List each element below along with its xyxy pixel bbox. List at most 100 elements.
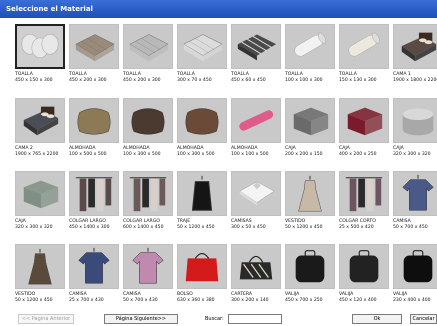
material-dimensions: 450 x 150 x 300 xyxy=(15,78,53,83)
material-name: COLGAR CORTO xyxy=(339,219,376,224)
towel-roll-icon xyxy=(339,24,389,69)
material-item[interactable]: VALIJA 450 x 700 x 250 xyxy=(284,242,336,314)
material-item[interactable]: ALMOHADA 100 x 100 x 500 xyxy=(230,96,282,168)
material-name: CARTERA xyxy=(231,292,253,297)
material-item[interactable]: COLGAR CORTO 25 x 500 x 420 xyxy=(338,169,390,241)
material-item[interactable]: CAMA 1 1900 x 1800 x 2200 xyxy=(392,22,437,94)
material-item[interactable]: TOALLA 150 x 130 x 300 xyxy=(338,22,390,94)
purse-icon xyxy=(231,244,281,289)
material-item[interactable]: CAMA 2 1900 x 765 x 2200 xyxy=(14,96,66,168)
material-name: COLGAR LARGO xyxy=(69,219,106,224)
material-item[interactable]: CAMISAS 300 x 50 x 450 xyxy=(230,169,282,241)
material-item[interactable]: ALMOHADA 100 x 300 x 500 xyxy=(176,96,228,168)
material-dimensions: 450 x 120 x 400 xyxy=(339,298,377,303)
material-item[interactable]: TOALLA 450 x 200 x 300 xyxy=(122,22,174,94)
material-item[interactable]: VESTIDO 50 x 1200 x 450 xyxy=(14,242,66,314)
box-icon xyxy=(15,171,65,216)
material-item[interactable]: VALIJA 230 x 400 x 400 xyxy=(392,242,437,314)
suitcase-icon xyxy=(393,244,437,289)
material-dimensions: 450 x 700 x 250 xyxy=(285,298,323,303)
material-item[interactable]: CARTERA 300 x 200 x 140 xyxy=(230,242,282,314)
window-title: Seleccione el Material xyxy=(6,5,93,13)
material-name: VESTIDO xyxy=(285,219,306,224)
material-name: CAJA xyxy=(15,219,26,224)
previous-page-button[interactable]: << Pagina Anterior xyxy=(18,314,74,324)
material-item[interactable]: COLGAR LARGO 450 x 1400 x 300 xyxy=(68,169,120,241)
material-dimensions: 100 x 300 x 500 xyxy=(177,152,215,157)
next-page-button[interactable]: Página Siguiente>> xyxy=(104,314,178,324)
material-name: BOLSO xyxy=(177,292,193,297)
bed-icon xyxy=(15,98,65,143)
material-dimensions: 50 x 1200 x 450 xyxy=(15,298,53,303)
material-item[interactable]: TOALLA 300 x 70 x 450 xyxy=(176,22,228,94)
material-name: VALIJA xyxy=(285,292,300,297)
box-icon xyxy=(285,98,335,143)
material-name: CAJA xyxy=(339,146,350,151)
material-dimensions: 50 x 1200 x 450 xyxy=(285,225,323,230)
pillow-icon xyxy=(69,98,119,143)
material-item[interactable]: CAMISA 50 x 700 x 430 xyxy=(122,242,174,314)
material-dimensions: 300 x 70 x 450 xyxy=(177,78,212,83)
material-item[interactable]: TOALLA 450 x 150 x 300 xyxy=(14,22,66,94)
material-dimensions: 450 x 200 x 300 xyxy=(123,78,161,83)
material-dimensions: 100 x 100 x 500 xyxy=(231,152,269,157)
ok-button[interactable]: Ok xyxy=(352,314,402,324)
material-dimensions: 50 x 700 x 450 xyxy=(393,225,428,230)
material-item[interactable]: TRAJE 50 x 1200 x 450 xyxy=(176,169,228,241)
material-name: CAMISA xyxy=(393,219,411,224)
material-dimensions: 100 x 100 x 300 xyxy=(285,78,323,83)
material-dimensions: 1900 x 1800 x 2200 xyxy=(393,78,437,83)
material-dimensions: 450 x 200 x 300 xyxy=(69,78,107,83)
material-item[interactable]: BOLSO 630 x 360 x 380 xyxy=(176,242,228,314)
material-name: TOALLA xyxy=(177,72,195,77)
search-input[interactable] xyxy=(228,314,282,324)
material-item[interactable]: CAJA 320 x 300 x 320 xyxy=(14,169,66,241)
shirt-icon xyxy=(123,244,173,289)
material-dimensions: 300 x 200 x 140 xyxy=(231,298,269,303)
window-titlebar: Seleccione el Material xyxy=(0,0,437,18)
material-item[interactable]: CAMISA 50 x 700 x 450 xyxy=(392,169,437,241)
material-name: CAJA xyxy=(285,146,296,151)
material-name: TOALLA xyxy=(339,72,357,77)
material-grid: TOALLA 450 x 150 x 300 TOALLA 450 x 200 x … xyxy=(14,22,437,314)
material-name: TOALLA xyxy=(123,72,141,77)
tote-bag-icon xyxy=(177,244,227,289)
material-item[interactable]: CAJA 200 x 200 x 150 xyxy=(284,96,336,168)
material-item[interactable]: ALMOHADA 100 x 500 x 500 xyxy=(68,96,120,168)
material-item[interactable]: VALIJA 450 x 120 x 400 xyxy=(338,242,390,314)
pillow-icon xyxy=(123,98,173,143)
material-item[interactable]: TOALLA 450 x 200 x 300 xyxy=(68,22,120,94)
box-icon xyxy=(339,98,389,143)
shirt-icon xyxy=(69,244,119,289)
material-item[interactable]: COLGAR LARGO 600 x 1400 x 450 xyxy=(122,169,174,241)
towel-folded-icon xyxy=(69,24,119,69)
material-dimensions: 25 x 700 x 430 xyxy=(69,298,104,303)
material-item[interactable]: CAMISA 25 x 700 x 430 xyxy=(68,242,120,314)
suitcase-icon xyxy=(339,244,389,289)
material-item[interactable]: VESTIDO 50 x 1200 x 450 xyxy=(284,169,336,241)
material-item[interactable]: CAJA 320 x 300 x 320 xyxy=(392,96,437,168)
material-dimensions: 1900 x 765 x 2200 xyxy=(15,152,59,157)
hanging-clothes-icon xyxy=(339,171,389,216)
material-item[interactable]: TOALLA 100 x 100 x 300 xyxy=(284,22,336,94)
material-name: VALIJA xyxy=(339,292,354,297)
material-dimensions: 50 x 1200 x 450 xyxy=(177,225,215,230)
material-name: ALMOHADA xyxy=(69,146,96,151)
footer-bar: << Pagina Anterior Página Siguiente>> Bu… xyxy=(0,312,437,326)
material-item[interactable]: ALMOHADA 100 x 300 x 500 xyxy=(122,96,174,168)
material-dimensions: 230 x 400 x 400 xyxy=(393,298,431,303)
material-name: CAMISA xyxy=(69,292,87,297)
material-name: TOALLA xyxy=(285,72,303,77)
material-dimensions: 25 x 500 x 420 xyxy=(339,225,374,230)
material-name: ALMOHADA xyxy=(231,146,258,151)
round-box-icon xyxy=(393,98,437,143)
suit-bag-icon xyxy=(177,171,227,216)
material-name: ALMOHADA xyxy=(177,146,204,151)
material-item[interactable]: CAJA 400 x 200 x 250 xyxy=(338,96,390,168)
bed-icon xyxy=(393,24,437,69)
material-name: CAMISAS xyxy=(231,219,252,224)
material-name: TRAJE xyxy=(177,219,191,224)
material-dimensions: 450 x 1400 x 300 xyxy=(69,225,110,230)
cancel-button[interactable]: Cancelar xyxy=(410,314,437,324)
material-item[interactable]: TOALLA 450 x 60 x 450 xyxy=(230,22,282,94)
